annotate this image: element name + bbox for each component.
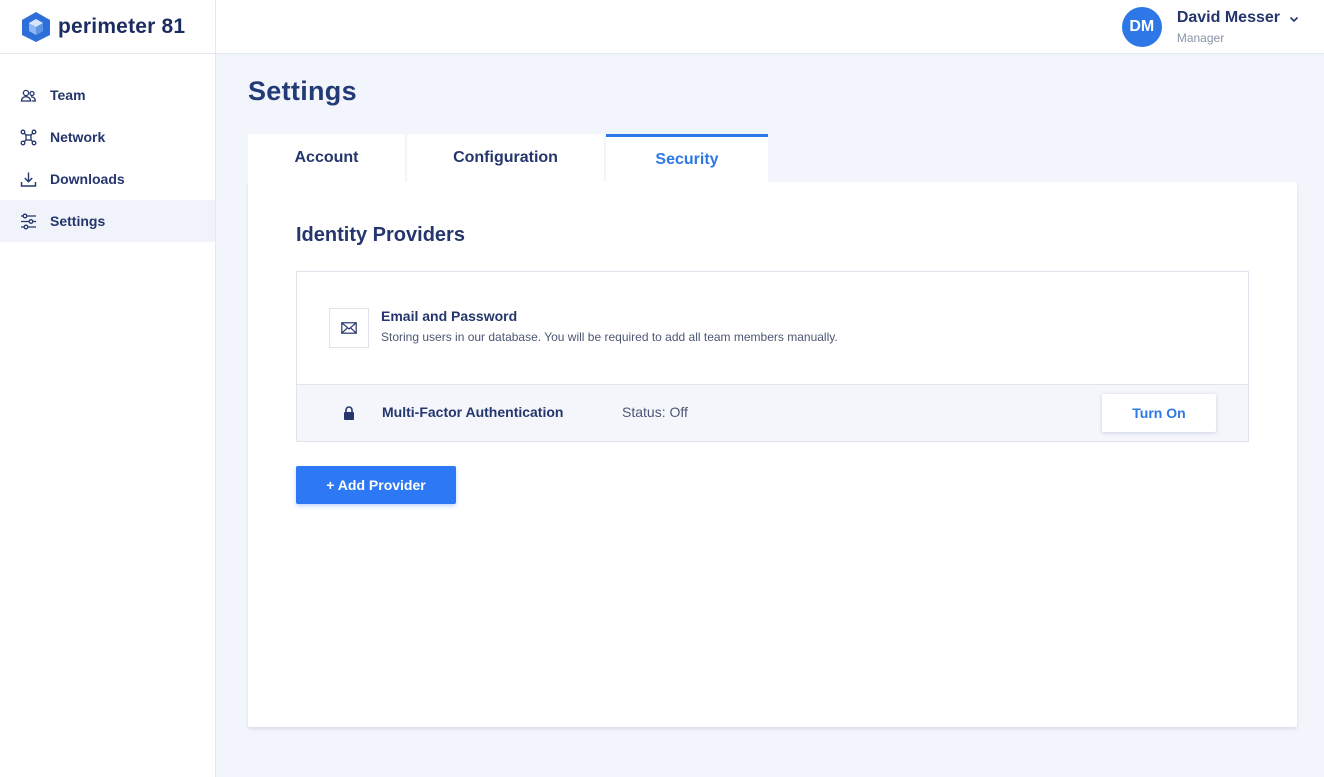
provider-list: Email and Password Storing users in our … [296, 271, 1249, 442]
user-role: Manager [1176, 31, 1225, 45]
user-name: David Messer [1176, 9, 1280, 26]
brand-name: perimeter 81 [58, 14, 186, 38]
turn-on-button[interactable]: Turn On [1102, 394, 1216, 432]
sidebar-item-downloads[interactable]: Downloads [0, 158, 215, 200]
section-title: Identity Providers [296, 224, 465, 246]
provider-email-password: Email and Password Storing users in our … [297, 272, 1248, 385]
download-icon [20, 172, 37, 187]
mfa-status: Status: Off [622, 404, 688, 420]
mail-icon-box [329, 308, 369, 348]
mfa-title: Multi-Factor Authentication [382, 404, 564, 420]
settings-tabs: Account Configuration Security [248, 134, 768, 183]
sidebar-item-label: Network [50, 129, 106, 145]
sidebar-item-label: Team [50, 87, 86, 103]
tab-configuration[interactable]: Configuration [407, 134, 606, 182]
team-icon [20, 89, 36, 102]
provider-text: Email and Password Storing users in our … [381, 308, 838, 344]
network-icon [20, 129, 37, 145]
avatar[interactable]: DM [1121, 7, 1162, 47]
sidebar: perimeter 81 Team Network Downloads Sett… [0, 0, 216, 777]
tab-account[interactable]: Account [248, 134, 407, 182]
envelope-icon [341, 322, 357, 334]
logo-cube-icon [22, 11, 50, 42]
provider-description: Storing users in our database. You will … [381, 330, 838, 344]
chevron-down-icon[interactable] [1288, 13, 1300, 25]
sidebar-nav: Team Network Downloads Settings [0, 74, 215, 242]
add-provider-button[interactable]: + Add Provider [296, 466, 456, 504]
security-panel: Identity Providers Email and Password St… [248, 182, 1297, 727]
sidebar-item-label: Downloads [50, 171, 125, 187]
mfa-row: Multi-Factor Authentication Status: Off … [297, 385, 1248, 441]
user-menu[interactable]: DM David Messer Manager [1121, 7, 1300, 47]
sidebar-item-settings[interactable]: Settings [0, 200, 215, 242]
user-info: David Messer Manager [1177, 8, 1280, 46]
sidebar-item-network[interactable]: Network [0, 116, 215, 158]
page-title: Settings [248, 76, 357, 106]
logo[interactable]: perimeter 81 [0, 0, 215, 54]
lock-icon [344, 406, 354, 420]
provider-title: Email and Password [381, 308, 518, 324]
settings-sliders-icon [21, 213, 36, 229]
top-header: DM David Messer Manager [216, 0, 1324, 54]
sidebar-item-team[interactable]: Team [0, 74, 215, 116]
tab-security[interactable]: Security [606, 134, 768, 183]
sidebar-item-label: Settings [50, 213, 106, 229]
